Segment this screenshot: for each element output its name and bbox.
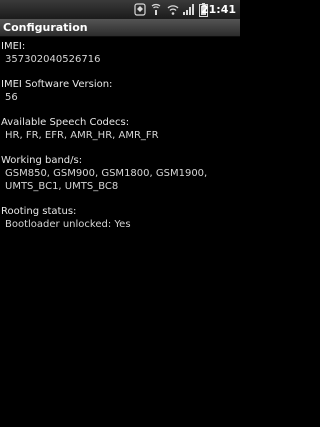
speech-codecs-section: Available Speech Codecs: HR, FR, EFR, AM… — [0, 104, 240, 142]
configuration-content: IMEI: 357302040526716 IMEI Software Vers… — [0, 37, 240, 231]
working-band-label: Working band/s: — [1, 155, 83, 166]
software-version-section: IMEI Software Version: 56 — [0, 66, 240, 104]
cast-icon — [151, 3, 161, 15]
working-band-section: Working band/s: GSM850, GSM900, GSM1800,… — [0, 142, 240, 193]
wifi-icon — [167, 5, 179, 15]
speech-codecs-value: HR, FR, EFR, AMR_HR, AMR_FR — [5, 130, 159, 141]
page-title: Configuration — [3, 21, 88, 34]
imei-value: 357302040526716 — [5, 54, 101, 65]
working-band-value-line2: UMTS_BC1, UMTS_BC8 — [5, 181, 119, 192]
imei-section: IMEI: 357302040526716 — [0, 37, 240, 66]
status-time: 21:41 — [200, 3, 236, 16]
software-version-label: IMEI Software Version: — [1, 79, 113, 90]
working-band-value-line1: GSM850, GSM900, GSM1800, GSM1900, — [5, 168, 208, 179]
rooting-status-label: Rooting status: — [1, 206, 77, 217]
software-version-value: 56 — [5, 92, 18, 103]
speech-codecs-label: Available Speech Codecs: — [1, 117, 130, 128]
title-bar: Configuration — [0, 19, 240, 37]
status-bar: 21:41 — [0, 0, 240, 19]
rooting-status-section: Rooting status: Bootloader unlocked: Yes — [0, 193, 240, 231]
imei-label: IMEI: — [1, 41, 26, 52]
rooting-status-value: Bootloader unlocked: Yes — [5, 219, 131, 230]
signal-icon — [183, 4, 194, 15]
usb-debug-icon — [134, 3, 146, 16]
